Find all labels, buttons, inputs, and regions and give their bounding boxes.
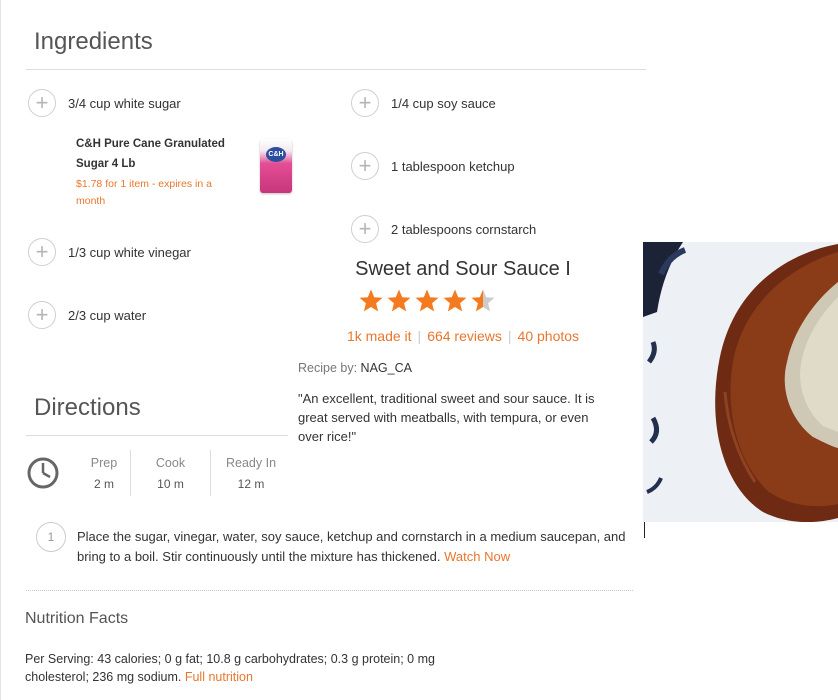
time-label: Prep [90, 456, 118, 470]
cook-time: Cook 10 m [131, 450, 211, 496]
add-ingredient-icon[interactable]: + [351, 89, 379, 117]
time-value: 12 m [237, 477, 265, 491]
sauce-bowl-image [643, 242, 838, 522]
time-label: Cook [155, 456, 186, 470]
directions-title: Directions [34, 394, 141, 421]
add-ingredient-icon[interactable]: + [28, 238, 56, 266]
text-cursor [644, 522, 645, 538]
byline-label: Recipe by: [298, 361, 358, 375]
star-icon[interactable] [414, 288, 440, 314]
directions-divider [26, 435, 288, 436]
author-link[interactable]: NAG_CA [361, 361, 412, 375]
ingredient-item[interactable]: + 1/3 cup white vinegar [28, 238, 191, 266]
recipe-byline: Recipe by: NAG_CA [298, 361, 412, 375]
ingredients-divider [26, 69, 646, 70]
time-value: 2 m [93, 477, 114, 491]
ingredients-title: Ingredients [34, 28, 153, 55]
ingredient-item[interactable]: + 3/4 cup white sugar [28, 89, 181, 117]
clock-icon [26, 450, 78, 496]
step-instruction: Place the sugar, vinegar, water, soy sau… [77, 529, 626, 564]
ingredient-item[interactable]: + 2/3 cup water [28, 301, 146, 329]
recipe-description: "An excellent, traditional sweet and sou… [298, 391, 595, 444]
ingredient-label: 3/4 cup white sugar [68, 95, 181, 111]
add-ingredient-icon[interactable]: + [351, 215, 379, 243]
made-it-link[interactable]: 1k made it [347, 328, 412, 344]
photos-link[interactable]: 40 photos [518, 328, 580, 344]
product-logo: C&H [266, 147, 286, 162]
star-icon[interactable] [386, 288, 412, 314]
ingredient-item[interactable]: + 1/4 cup soy sauce [351, 89, 496, 117]
star-icon[interactable] [358, 288, 384, 314]
sugar-bag-icon[interactable]: C&H [260, 139, 292, 193]
step-number[interactable]: 1 [36, 522, 66, 552]
recipe-title: Sweet and Sour Sauce I [355, 258, 571, 280]
time-value: 10 m [157, 477, 184, 491]
recipe-photo[interactable] [643, 242, 838, 522]
sponsored-product[interactable]: C&H Pure Cane Granulated Sugar 4 Lb $1.7… [76, 134, 301, 209]
ingredient-label: 2/3 cup water [68, 307, 147, 323]
star-icon[interactable] [442, 288, 468, 314]
add-ingredient-icon[interactable]: + [28, 89, 56, 117]
separator: | [417, 328, 422, 344]
product-price: $1.78 for 1 item - expires in a month [76, 178, 212, 207]
nutrition-title: Nutrition Facts [25, 610, 129, 627]
reviews-link[interactable]: 664 reviews [427, 328, 502, 344]
ingredient-label: 1/3 cup white vinegar [68, 244, 191, 260]
recipe-stats: 1k made it | 664 reviews | 40 photos [288, 328, 638, 344]
ingredient-label: 1/4 cup soy sauce [391, 95, 496, 111]
page-left-border [0, 0, 1, 700]
step-divider [26, 590, 633, 591]
time-label: Ready In [225, 456, 277, 470]
nutrition-summary: Per Serving: 43 calories; 0 g fat; 10.8 … [25, 650, 465, 686]
watch-now-link[interactable]: Watch Now [444, 549, 510, 564]
star-rating[interactable] [358, 288, 498, 314]
recipe-times: Prep 2 m Cook 10 m Ready In 12 m [26, 450, 291, 496]
step-text: Place the sugar, vinegar, water, soy sau… [77, 527, 637, 567]
prep-time: Prep 2 m [78, 450, 131, 496]
ingredient-item[interactable]: + 1 tablespoon ketchup [351, 152, 515, 180]
ingredient-label: 1 tablespoon ketchup [391, 158, 515, 174]
product-name[interactable]: C&H Pure Cane Granulated Sugar 4 Lb [76, 134, 226, 174]
full-nutrition-link[interactable]: Full nutrition [185, 670, 253, 684]
add-ingredient-icon[interactable]: + [351, 152, 379, 180]
ready-in-time: Ready In 12 m [211, 450, 291, 496]
ingredient-label: 2 tablespoons cornstarch [391, 221, 537, 237]
star-icon[interactable] [470, 288, 496, 314]
add-ingredient-icon[interactable]: + [28, 301, 56, 329]
ingredient-item[interactable]: + 2 tablespoons cornstarch [351, 215, 536, 243]
separator: | [507, 328, 512, 344]
